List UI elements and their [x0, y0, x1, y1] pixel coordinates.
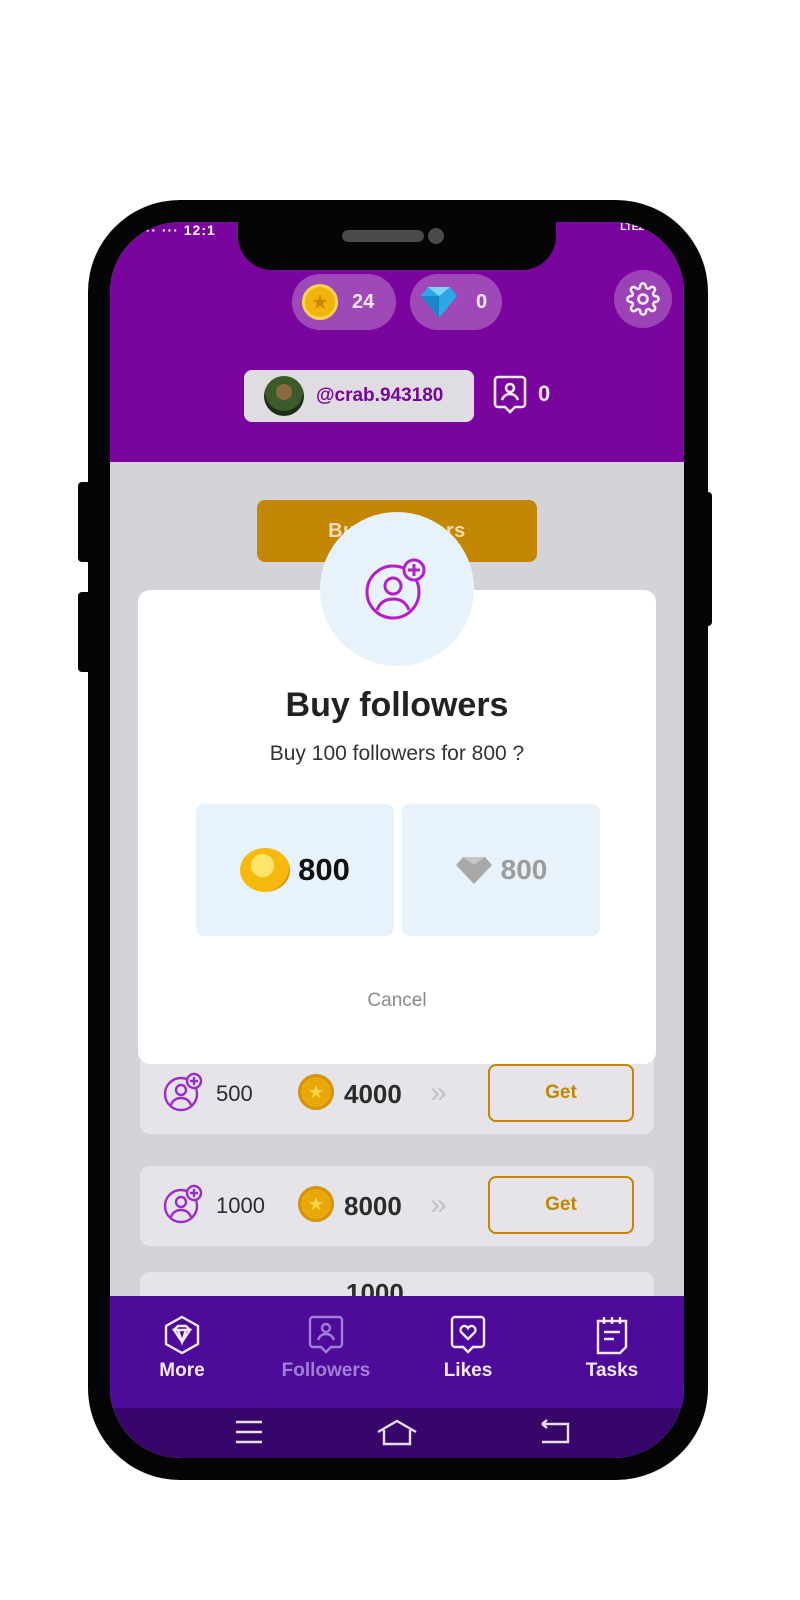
username: @crab.943180 — [316, 385, 444, 406]
settings-button[interactable] — [614, 270, 672, 328]
status-network: LTE2 — [620, 222, 644, 233]
coin-icon: ★ — [302, 284, 338, 320]
pay-with-coins-option[interactable]: 800 — [196, 804, 394, 936]
front-camera — [428, 228, 444, 244]
avatar — [264, 376, 304, 416]
cancel-button[interactable]: Cancel — [138, 990, 656, 1012]
tasks-icon — [596, 1317, 628, 1355]
back-icon[interactable] — [538, 1418, 570, 1446]
coin-balance-value: 24 — [352, 290, 375, 313]
power-button — [702, 492, 712, 626]
nav-likes-label: Likes — [443, 1360, 493, 1381]
volume-up-button — [78, 482, 92, 562]
nav-tasks-label: Tasks — [585, 1360, 639, 1381]
bottom-navigation: More Followers Likes Tasks — [110, 1296, 684, 1408]
nav-tasks[interactable]: Tasks — [542, 1314, 682, 1382]
gear-icon — [626, 282, 660, 316]
diamond-icon — [455, 857, 492, 884]
followers-icon — [308, 1315, 344, 1354]
status-signal: ··· ··· 12:1 — [140, 222, 216, 238]
dialog-badge — [320, 512, 474, 666]
app-screen: ··· ··· 12:1 LTE2 ★ 24 0 @crab.943180 0 … — [110, 222, 684, 1458]
diamond-icon — [421, 287, 457, 318]
speaker — [342, 230, 424, 242]
nav-followers-label: Followers — [281, 1360, 371, 1381]
heart-icon — [450, 1315, 486, 1354]
follower-badge-icon — [493, 375, 527, 414]
pay-with-diamonds-option[interactable]: 800 — [402, 804, 600, 936]
nav-likes[interactable]: Likes — [398, 1314, 538, 1382]
diamond-price: 800 — [500, 854, 548, 885]
diamond-balance-value: 0 — [476, 290, 488, 313]
add-follower-icon — [365, 558, 426, 620]
home-icon[interactable] — [376, 1418, 418, 1446]
dialog-message: Buy 100 followers for 800 ? — [269, 742, 525, 765]
diamond-icon — [164, 1315, 200, 1355]
coin-price: 800 — [298, 852, 350, 887]
nav-more-label: More — [159, 1360, 205, 1381]
follower-counter: 0 — [492, 374, 550, 414]
user-account-pill[interactable]: @crab.943180 — [244, 370, 474, 422]
dialog-title: Buy followers — [285, 686, 509, 724]
diamond-balance[interactable]: 0 — [410, 274, 502, 330]
follower-count-value: 0 — [538, 381, 551, 406]
menu-icon[interactable] — [234, 1418, 264, 1446]
system-nav-bar — [110, 1408, 684, 1458]
nav-more[interactable]: More — [112, 1314, 252, 1382]
nav-followers[interactable]: Followers — [256, 1314, 396, 1382]
volume-down-button — [78, 592, 92, 672]
coin-balance[interactable]: ★ 24 — [292, 274, 396, 330]
coin-icon — [240, 848, 291, 892]
